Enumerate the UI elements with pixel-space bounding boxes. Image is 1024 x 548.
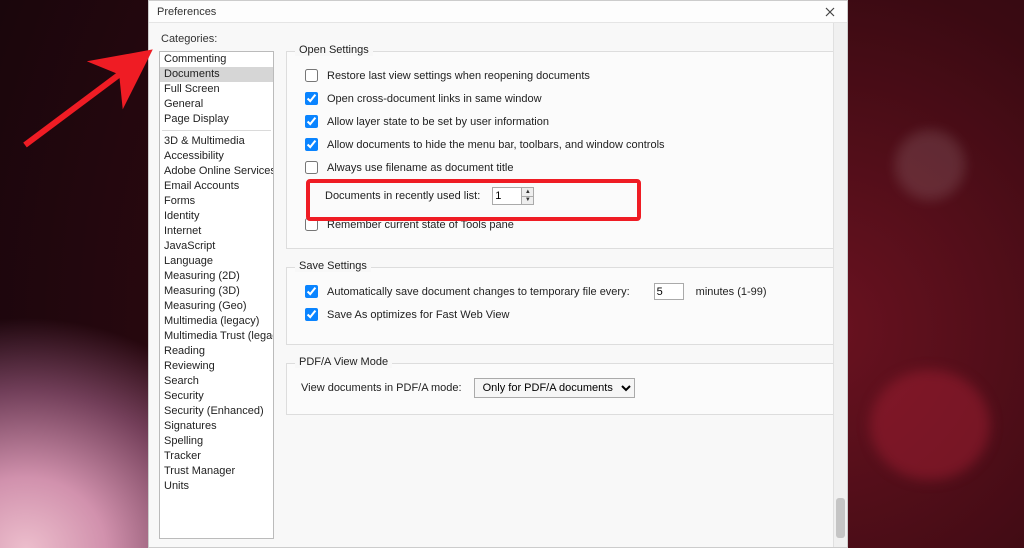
sidebar-item-multimedia-legacy-[interactable]: Multimedia (legacy) [160,314,273,329]
open-settings-group: Open Settings Restore last view settings… [286,51,839,249]
recent-documents-stepper[interactable]: ▲ ▼ [492,187,534,205]
restore-last-checkbox[interactable] [305,69,318,82]
close-icon [825,7,835,17]
filename-title-checkbox[interactable] [305,161,318,174]
step-up-icon[interactable]: ▲ [522,188,533,197]
sidebar-item-javascript[interactable]: JavaScript [160,239,273,254]
sidebar-item-multimedia-trust-legacy-[interactable]: Multimedia Trust (legacy) [160,329,273,344]
sidebar-item-adobe-online-services[interactable]: Adobe Online Services [160,164,273,179]
sidebar-item-search[interactable]: Search [160,374,273,389]
filename-title-label: Always use filename as document title [327,162,513,174]
recent-documents-input[interactable] [493,188,521,204]
open-settings-legend: Open Settings [295,44,373,56]
pdfa-group: PDF/A View Mode View documents in PDF/A … [286,363,839,415]
sidebar-item-security[interactable]: Security [160,389,273,404]
categories-list[interactable]: CommentingDocumentsFull ScreenGeneralPag… [159,51,274,539]
sidebar-item-reviewing[interactable]: Reviewing [160,359,273,374]
layer-state-label: Allow layer state to be set by user info… [327,116,549,128]
sidebar-item-measuring-geo-[interactable]: Measuring (Geo) [160,299,273,314]
pdfa-mode-select[interactable]: Only for PDF/A documents [474,378,635,398]
sidebar-item-security-enhanced-[interactable]: Security (Enhanced) [160,404,273,419]
sidebar-item-internet[interactable]: Internet [160,224,273,239]
step-down-icon[interactable]: ▼ [522,197,533,205]
dialog-title: Preferences [157,6,216,18]
sidebar-item-email-accounts[interactable]: Email Accounts [160,179,273,194]
layer-state-checkbox[interactable] [305,115,318,128]
sidebar-item-identity[interactable]: Identity [160,209,273,224]
scrollbar-thumb[interactable] [836,498,845,538]
dialog-scrollbar[interactable] [833,23,847,547]
hide-menu-label: Allow documents to hide the menu bar, to… [327,139,665,151]
autosave-label: Automatically save document changes to t… [327,286,630,298]
sidebar-item-measuring-2d-[interactable]: Measuring (2D) [160,269,273,284]
save-settings-legend: Save Settings [295,260,371,272]
sidebar-item-spelling[interactable]: Spelling [160,434,273,449]
fastweb-label: Save As optimizes for Fast Web View [327,309,509,321]
sidebar-item-page-display[interactable]: Page Display [160,112,273,127]
save-settings-group: Save Settings Automatically save documen… [286,267,839,345]
titlebar: Preferences [149,1,847,23]
sidebar-item-tracker[interactable]: Tracker [160,449,273,464]
hide-menu-checkbox[interactable] [305,138,318,151]
cross-doc-checkbox[interactable] [305,92,318,105]
autosave-suffix: minutes (1-99) [696,286,767,298]
sidebar-item-language[interactable]: Language [160,254,273,269]
pdfa-label: View documents in PDF/A mode: [301,382,462,394]
remember-tools-checkbox[interactable] [305,218,318,231]
recent-documents-label: Documents in recently used list: [325,190,480,202]
sidebar-item-full-screen[interactable]: Full Screen [160,82,273,97]
close-button[interactable] [817,3,843,21]
sidebar-item-general[interactable]: General [160,97,273,112]
pdfa-legend: PDF/A View Mode [295,356,392,368]
remember-tools-label: Remember current state of Tools pane [327,219,514,231]
sidebar-item-signatures[interactable]: Signatures [160,419,273,434]
autosave-minutes-input[interactable] [654,283,684,300]
sidebar-item-units[interactable]: Units [160,479,273,494]
preferences-dialog: Preferences Categories: CommentingDocume… [148,0,848,548]
sidebar-item-documents[interactable]: Documents [160,67,273,82]
sidebar-item-measuring-3d-[interactable]: Measuring (3D) [160,284,273,299]
fastweb-checkbox[interactable] [305,308,318,321]
cross-doc-label: Open cross-document links in same window [327,93,542,105]
sidebar-item-forms[interactable]: Forms [160,194,273,209]
sidebar-item-3d-multimedia[interactable]: 3D & Multimedia [160,134,273,149]
restore-last-label: Restore last view settings when reopenin… [327,70,590,82]
sidebar-item-accessibility[interactable]: Accessibility [160,149,273,164]
sidebar-item-commenting[interactable]: Commenting [160,52,273,67]
autosave-checkbox[interactable] [305,285,318,298]
categories-label: Categories: [149,23,847,51]
sidebar-item-trust-manager[interactable]: Trust Manager [160,464,273,479]
sidebar-item-reading[interactable]: Reading [160,344,273,359]
